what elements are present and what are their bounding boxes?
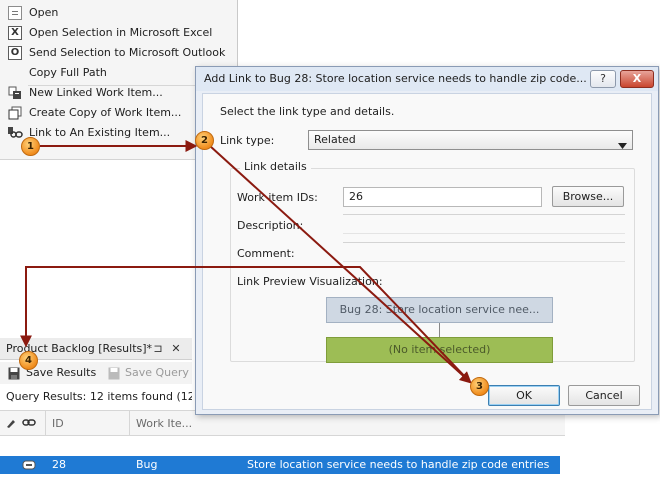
callout-2: 2 — [195, 131, 214, 150]
arrow-3-to-4 — [20, 266, 471, 383]
callout-1: 1 — [21, 137, 40, 156]
callout-3: 3 — [470, 377, 489, 396]
arrow-2-to-3 — [209, 145, 472, 384]
callout-arrows — [20, 140, 472, 384]
callout-4: 4 — [19, 351, 38, 370]
